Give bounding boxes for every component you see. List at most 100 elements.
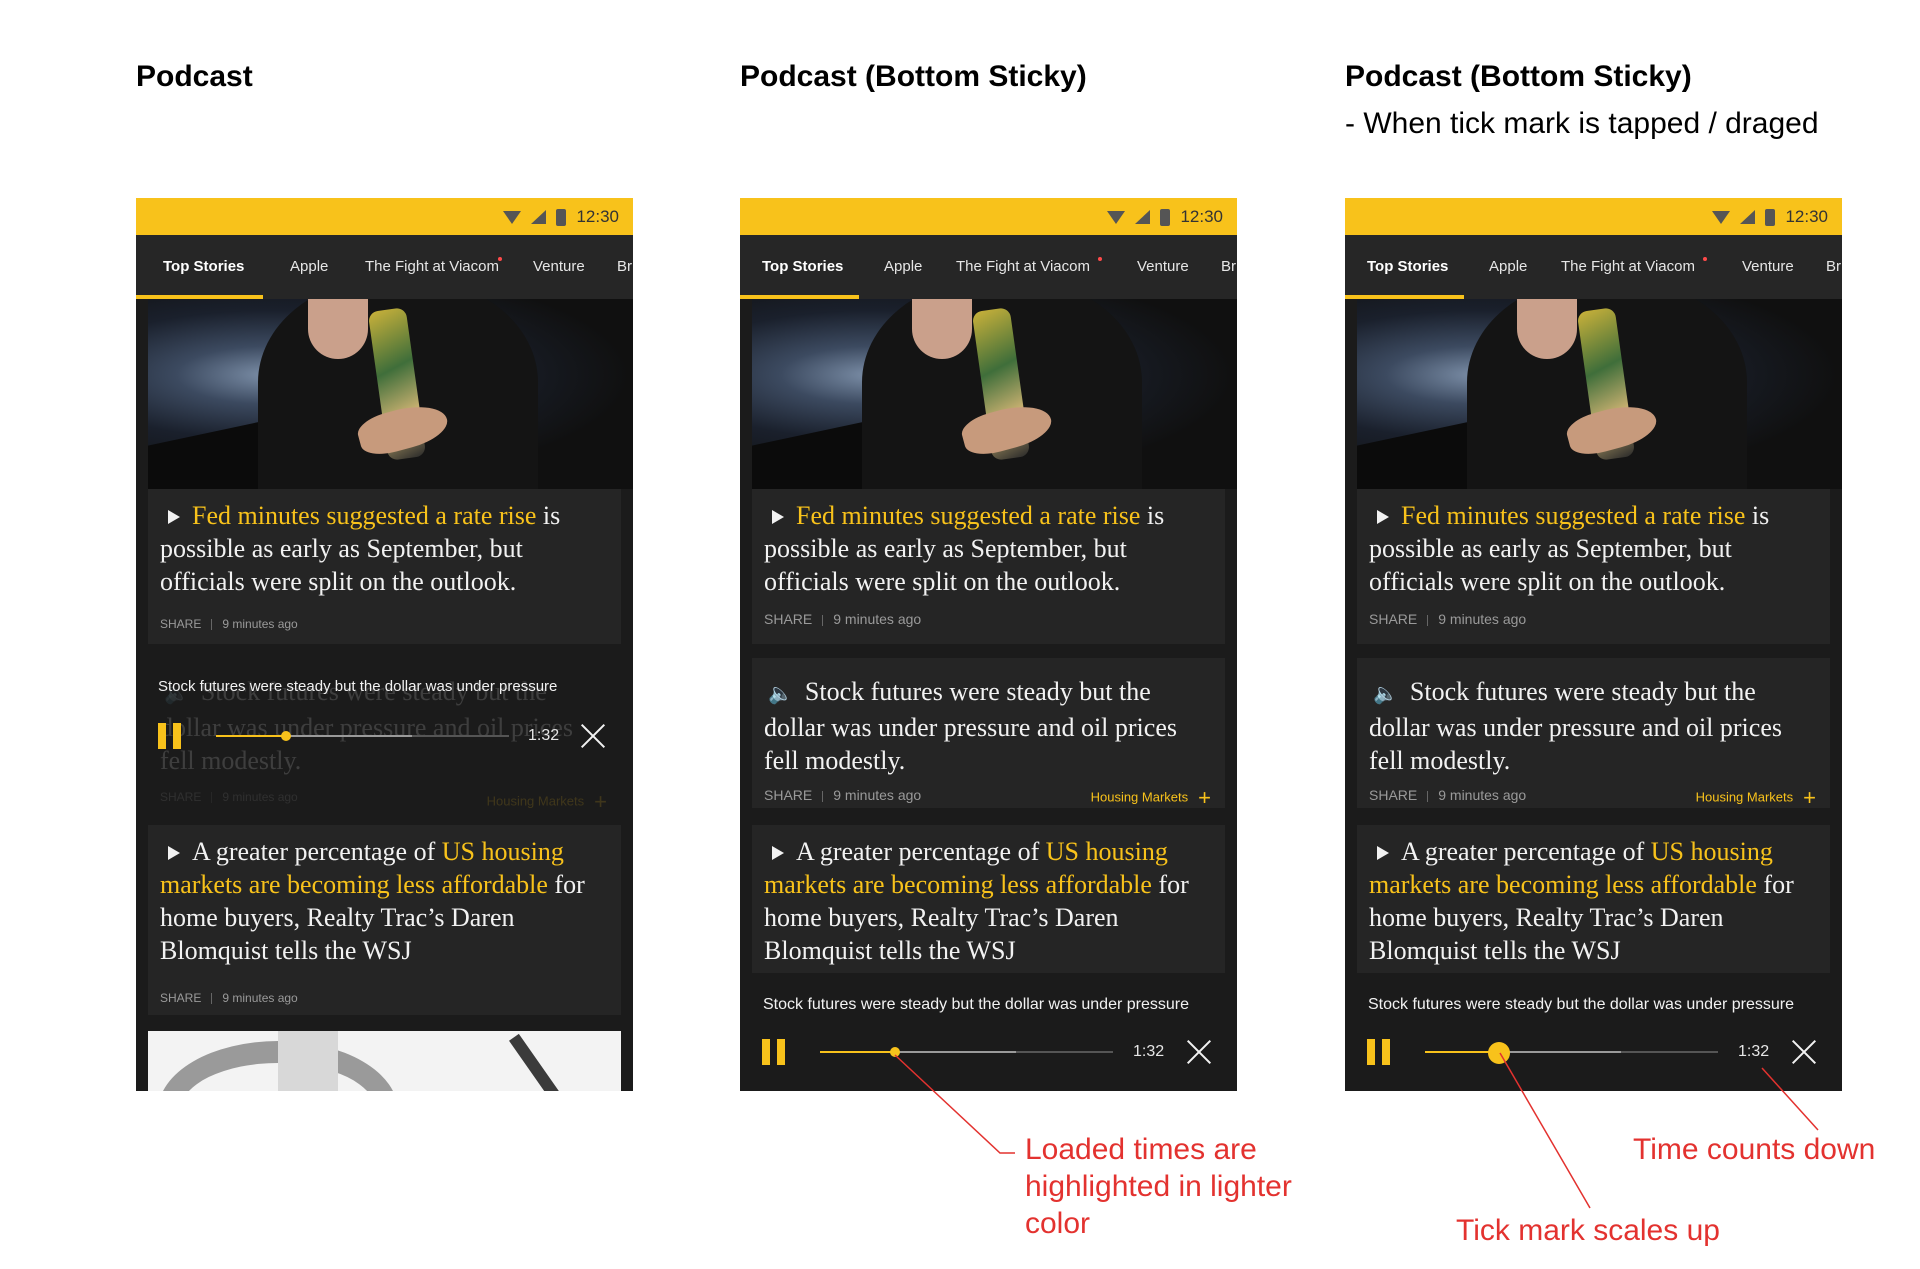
share-link[interactable]: SHARE <box>1369 787 1417 803</box>
story-headline-link[interactable]: Fed minutes suggested a rate rise <box>1401 501 1745 530</box>
share-link[interactable]: SHARE <box>160 991 201 1005</box>
hero-image[interactable] <box>1357 299 1842 489</box>
story-card-now-playing[interactable]: 🔈 Stock futures were steady but the dolla… <box>752 658 1225 811</box>
story-time: 9 minutes ago <box>833 611 922 627</box>
audio-player-sticky: Stock futures were steady but the dollar… <box>1345 973 1842 1091</box>
player-title: Stock futures were steady but the dollar… <box>1368 996 1794 1013</box>
new-indicator-dot <box>498 257 502 261</box>
story-text: A greater percentage of <box>796 837 1046 866</box>
tab-fight-at-viacom[interactable]: The Fight at Viacom <box>956 235 1090 299</box>
battery-icon <box>1765 208 1776 226</box>
share-link[interactable]: SHARE <box>160 617 201 631</box>
tab-overflow[interactable]: Br <box>617 235 632 299</box>
speaker-icon: 🔈 <box>768 682 793 705</box>
signal-icon <box>531 210 547 224</box>
story-card[interactable]: Fed minutes suggested a rate rise is pos… <box>1357 489 1830 644</box>
story-card[interactable]: A greater percentage of US housing marke… <box>752 825 1225 973</box>
tab-top-stories[interactable]: Top Stories <box>1367 235 1448 299</box>
signal-icon <box>1135 210 1151 224</box>
wifi-icon <box>1712 210 1731 224</box>
column-title-bottom-sticky: Podcast (Bottom Sticky) <box>740 60 1087 93</box>
story-card[interactable]: A greater percentage of US housing marke… <box>148 825 621 1015</box>
scrubber-thumb[interactable] <box>890 1047 900 1057</box>
pause-button[interactable] <box>158 723 184 749</box>
progress-track[interactable] <box>216 735 509 737</box>
annotation-countdown: Time counts down <box>1633 1133 1876 1166</box>
story-card[interactable]: A greater percentage of US housing marke… <box>1357 825 1830 973</box>
status-time: 12:30 <box>1180 207 1223 226</box>
share-link[interactable]: SHARE <box>764 787 812 803</box>
hero-image[interactable] <box>148 299 633 489</box>
audio-player-inline: Stock futures were steady but the dollar… <box>136 678 633 788</box>
share-link[interactable]: SHARE <box>1369 611 1417 627</box>
column-subtitle: - When tick mark is tapped / draged <box>1345 107 1819 140</box>
close-icon[interactable] <box>580 723 606 749</box>
add-icon[interactable]: + <box>1803 785 1816 810</box>
scrubber-thumb-enlarged[interactable] <box>1488 1042 1510 1064</box>
play-icon[interactable] <box>772 510 784 525</box>
story-time: 9 minutes ago <box>222 617 298 631</box>
topic-tag[interactable]: Housing Markets + <box>1091 785 1211 811</box>
status-time: 12:30 <box>576 207 619 226</box>
tab-apple[interactable]: Apple <box>884 235 922 299</box>
story-headline-link[interactable]: Fed minutes suggested a rate rise <box>192 501 536 530</box>
speaker-icon: 🔈 <box>1373 682 1398 705</box>
column-title-bottom-sticky-drag: Podcast (Bottom Sticky) <box>1345 60 1692 93</box>
tab-venture[interactable]: Venture <box>1137 235 1189 299</box>
tab-apple[interactable]: Apple <box>290 235 328 299</box>
play-icon[interactable] <box>168 510 180 525</box>
share-link[interactable]: SHARE <box>764 611 812 627</box>
play-icon[interactable] <box>772 846 784 861</box>
pause-button[interactable] <box>1367 1039 1393 1065</box>
close-icon[interactable] <box>1186 1039 1212 1065</box>
battery-icon <box>556 208 567 226</box>
hero-image[interactable] <box>752 299 1237 489</box>
column-title-podcast: Podcast <box>136 60 253 93</box>
story-card[interactable]: Fed minutes suggested a rate rise is pos… <box>148 489 621 644</box>
time-remaining: 1:32 <box>1738 1043 1770 1060</box>
new-indicator-dot <box>1703 257 1707 261</box>
tab-venture[interactable]: Venture <box>1742 235 1794 299</box>
tab-fight-at-viacom[interactable]: The Fight at Viacom <box>365 235 499 299</box>
status-bar: 12:30 <box>136 198 633 235</box>
wifi-icon <box>503 210 522 224</box>
tab-fight-at-viacom[interactable]: The Fight at Viacom <box>1561 235 1695 299</box>
topic-tag[interactable]: Housing Markets + <box>1696 785 1816 811</box>
phone-screen-podcast: 12:30 Top Stories Apple The Fight at Via… <box>136 198 633 1091</box>
progress-track[interactable] <box>1425 1051 1718 1053</box>
pause-button[interactable] <box>762 1039 788 1065</box>
tab-bar: Top Stories Apple The Fight at Viacom Ve… <box>136 235 633 299</box>
close-icon[interactable] <box>1791 1039 1817 1065</box>
tab-bar: Top Stories Apple The Fight at Viacom Ve… <box>1345 235 1842 299</box>
status-bar: 12:30 <box>1345 198 1842 235</box>
player-title: Stock futures were steady but the dollar… <box>763 996 1189 1013</box>
story-text: Stock futures were steady but the dollar… <box>764 677 1177 775</box>
annotation-loaded: Loaded times are highlighted in lighter … <box>1025 1133 1292 1240</box>
tab-venture[interactable]: Venture <box>533 235 585 299</box>
player-title: Stock futures were steady but the dollar… <box>158 678 558 695</box>
tab-top-stories[interactable]: Top Stories <box>762 235 843 299</box>
story-headline-link[interactable]: Fed minutes suggested a rate rise <box>796 501 1140 530</box>
status-bar: 12:30 <box>740 198 1237 235</box>
tab-overflow[interactable]: Br <box>1826 235 1841 299</box>
play-icon[interactable] <box>1377 510 1389 525</box>
play-icon[interactable] <box>168 846 180 861</box>
story-card-now-playing[interactable]: 🔈 Stock futures were steady but the dolla… <box>1357 658 1830 811</box>
story-image[interactable] <box>148 1031 621 1091</box>
play-icon[interactable] <box>1377 846 1389 861</box>
tab-apple[interactable]: Apple <box>1489 235 1527 299</box>
tab-overflow[interactable]: Br <box>1221 235 1236 299</box>
phone-screen-bottom-sticky: 12:30 Top Stories Apple The Fight at Via… <box>740 198 1237 1091</box>
tab-bar: Top Stories Apple The Fight at Viacom Ve… <box>740 235 1237 299</box>
new-indicator-dot <box>1098 257 1102 261</box>
battery-icon <box>1160 208 1171 226</box>
progress-track[interactable] <box>820 1051 1113 1053</box>
scrubber-thumb[interactable] <box>281 731 291 741</box>
time-remaining: 1:32 <box>1133 1043 1165 1060</box>
tab-top-stories[interactable]: Top Stories <box>163 235 244 299</box>
signal-icon <box>1740 210 1756 224</box>
story-text: Stock futures were steady but the dollar… <box>1369 677 1782 775</box>
add-icon[interactable]: + <box>1198 785 1211 810</box>
story-card[interactable]: Fed minutes suggested a rate rise is pos… <box>752 489 1225 644</box>
story-time: 9 minutes ago <box>1438 787 1527 803</box>
